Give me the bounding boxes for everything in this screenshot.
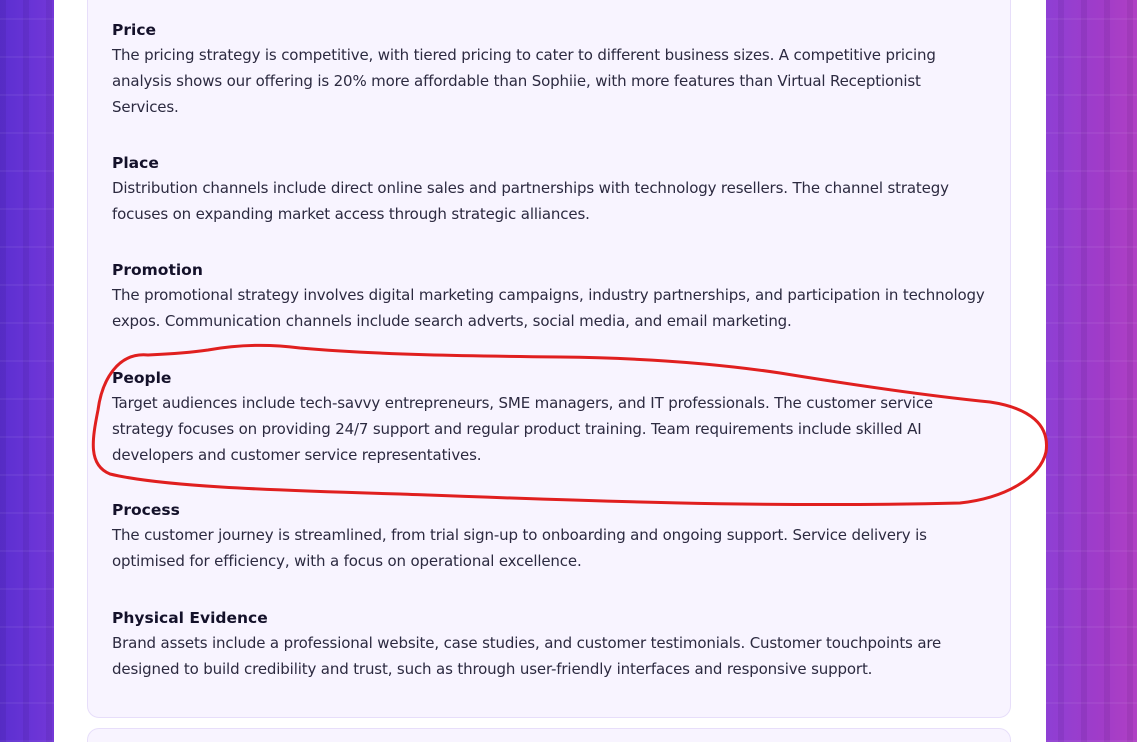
section-body-process: The customer journey is streamlined, fro… — [112, 526, 927, 570]
section-title-people: People — [112, 369, 172, 387]
section-body-people: Target audiences include tech-savvy entr… — [112, 394, 933, 464]
section-price: Price The pricing strategy is competitiv… — [112, 18, 992, 120]
section-title-price: Price — [112, 21, 157, 39]
section-physical-evidence: Physical Evidence Brand assets include a… — [112, 606, 992, 682]
section-process: Process The customer journey is streamli… — [112, 498, 992, 574]
section-body-promotion: The promotional strategy involves digita… — [112, 286, 985, 330]
section-title-promotion: Promotion — [112, 261, 203, 279]
section-body-physical-evidence: Brand assets include a professional webs… — [112, 634, 942, 678]
section-title-place: Place — [112, 154, 159, 172]
section-promotion: Promotion The promotional strategy invol… — [112, 258, 992, 334]
section-people: People Target audiences include tech-sav… — [112, 366, 992, 468]
section-title-process: Process — [112, 501, 180, 519]
section-place: Place Distribution channels include dire… — [112, 151, 992, 227]
section-title-physical-evidence: Physical Evidence — [112, 609, 268, 627]
section-body-place: Distribution channels include direct onl… — [112, 179, 949, 223]
section-body-price: The pricing strategy is competitive, wit… — [112, 46, 936, 116]
next-card — [87, 728, 1011, 742]
